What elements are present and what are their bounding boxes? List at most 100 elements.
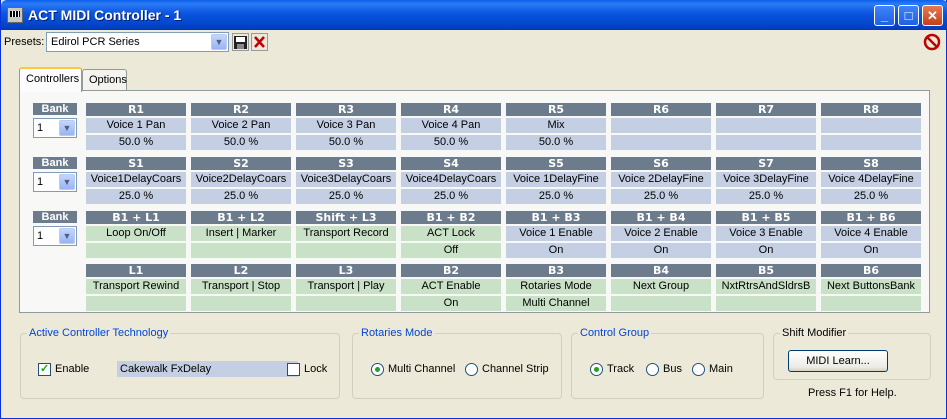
controller-name: B1 + L1 — [86, 211, 186, 224]
controller-name: B2 — [401, 264, 501, 277]
tab-controllers[interactable]: Controllers — [19, 67, 82, 92]
controller-cell[interactable]: R5 Mix 50.0 % — [506, 103, 606, 150]
controller-cell[interactable]: R4 Voice 4 Pan 50.0 % — [401, 103, 501, 150]
title-bar[interactable]: ACT MIDI Controller - 1 _ □ ✕ — [1, 0, 947, 30]
main-label: Main — [709, 363, 733, 375]
radio-multi-channel[interactable] — [371, 363, 384, 376]
controller-assignment: Loop On/Off — [86, 226, 186, 241]
controller-cell[interactable]: B1 + B3 Voice 1 Enable On — [506, 211, 606, 258]
controller-assignment: Voice3DelayCoars — [296, 172, 396, 187]
controller-cell[interactable]: R2 Voice 2 Pan 50.0 % — [191, 103, 291, 150]
controller-name: L3 — [296, 264, 396, 277]
controller-cell[interactable]: B6 Next ButtonsBank — [821, 264, 921, 311]
app-icon[interactable] — [7, 7, 23, 23]
controller-cell[interactable]: S7 Voice 3DelayFine 25.0 % — [716, 157, 816, 204]
controller-cell[interactable]: L1 Transport Rewind — [86, 264, 186, 311]
control-group-group: Control Group Track Bus Main — [571, 327, 764, 399]
controller-cell[interactable]: S3 Voice3DelayCoars 25.0 % — [296, 157, 396, 204]
bank-label: Bank — [33, 211, 77, 223]
controller-assignment: Voice4DelayCoars — [401, 172, 501, 187]
enable-checkbox[interactable] — [38, 362, 51, 376]
control-group-title: Control Group — [578, 327, 652, 339]
controller-value: 25.0 % — [191, 189, 291, 204]
radio-bus[interactable] — [646, 363, 659, 376]
controller-cell[interactable]: R1 Voice 1 Pan 50.0 % — [86, 103, 186, 150]
controller-cell[interactable]: L3 Transport | Play — [296, 264, 396, 311]
controller-cell[interactable]: R7 — [716, 103, 816, 150]
controller-name: R6 — [611, 103, 711, 116]
controller-assignment: Insert | Marker — [191, 226, 291, 241]
chevron-down-icon[interactable]: ▼ — [59, 228, 75, 244]
controller-assignment: Mix — [506, 118, 606, 133]
controller-cell[interactable]: B1 + B4 Voice 2 Enable On — [611, 211, 711, 258]
delete-preset-button[interactable] — [251, 33, 268, 51]
controller-name: B1 + B5 — [716, 211, 816, 224]
controller-assignment — [821, 118, 921, 133]
midi-learn-button[interactable]: MIDI Learn... — [788, 350, 888, 372]
controller-cell[interactable]: B3 Rotaries Mode Multi Channel — [506, 264, 606, 311]
chevron-down-icon[interactable]: ▼ — [59, 120, 75, 136]
help-text: Press F1 for Help. — [808, 387, 897, 399]
bank-value: 1 — [37, 122, 44, 134]
controller-cell[interactable]: B4 Next Group — [611, 264, 711, 311]
controller-assignment — [611, 118, 711, 133]
controller-name: S7 — [716, 157, 816, 170]
controller-value — [191, 296, 291, 311]
controller-name: B3 — [506, 264, 606, 277]
controller-name: R1 — [86, 103, 186, 116]
controller-assignment: Voice 4 Enable — [821, 226, 921, 241]
radio-track[interactable] — [590, 363, 603, 376]
bank-select[interactable]: 1 ▼ — [33, 226, 77, 246]
controller-value: 25.0 % — [506, 189, 606, 204]
controller-value — [821, 135, 921, 150]
controller-assignment: ACT Lock — [401, 226, 501, 241]
delete-icon — [254, 36, 265, 48]
controller-cell[interactable]: S2 Voice2DelayCoars 25.0 % — [191, 157, 291, 204]
controller-name: B1 + B4 — [611, 211, 711, 224]
controller-cell[interactable]: S5 Voice 1DelayFine 25.0 % — [506, 157, 606, 204]
controller-cell[interactable]: L2 Transport | Stop — [191, 264, 291, 311]
maximize-button[interactable]: □ — [898, 5, 919, 26]
controller-assignment: Voice 1 Pan — [86, 118, 186, 133]
disable-button[interactable] — [923, 33, 941, 51]
controller-name: L2 — [191, 264, 291, 277]
radio-main[interactable] — [692, 363, 705, 376]
controller-cell[interactable]: B1 + L1 Loop On/Off — [86, 211, 186, 258]
lock-checkbox[interactable] — [287, 363, 300, 376]
controller-cell[interactable]: Shift + L3 Transport Record — [296, 211, 396, 258]
chevron-down-icon[interactable]: ▼ — [59, 174, 75, 190]
controller-assignment: Voice 2 Enable — [611, 226, 711, 241]
controller-cell[interactable]: B2 ACT Enable On — [401, 264, 501, 311]
save-preset-button[interactable] — [232, 33, 249, 51]
presets-label: Presets: — [4, 36, 45, 48]
controller-name: B5 — [716, 264, 816, 277]
preset-select[interactable]: Edirol PCR Series ▼ — [46, 32, 229, 52]
stop-icon — [923, 33, 941, 51]
controller-cell[interactable]: R8 — [821, 103, 921, 150]
controller-value: 50.0 % — [296, 135, 396, 150]
controller-cell[interactable]: S4 Voice4DelayCoars 25.0 % — [401, 157, 501, 204]
bank-select[interactable]: 1 ▼ — [33, 118, 77, 138]
controller-cell[interactable]: B1 + B2 ACT Lock Off — [401, 211, 501, 258]
controller-cell[interactable]: B1 + B6 Voice 4 Enable On — [821, 211, 921, 258]
minimize-button[interactable]: _ — [874, 5, 895, 26]
chevron-down-icon[interactable]: ▼ — [211, 34, 227, 50]
controller-name: S2 — [191, 157, 291, 170]
controller-cell[interactable]: S6 Voice 2DelayFine 25.0 % — [611, 157, 711, 204]
controller-assignment: Voice 3 Pan — [296, 118, 396, 133]
controller-cell[interactable]: R3 Voice 3 Pan 50.0 % — [296, 103, 396, 150]
bank-select[interactable]: 1 ▼ — [33, 172, 77, 192]
tab-options[interactable]: Options — [82, 69, 127, 91]
controller-value: 25.0 % — [86, 189, 186, 204]
controller-cell[interactable]: R6 — [611, 103, 711, 150]
controller-cell[interactable]: S1 Voice1DelayCoars 25.0 % — [86, 157, 186, 204]
controller-cell[interactable]: S8 Voice 4DelayFine 25.0 % — [821, 157, 921, 204]
radio-channel-strip[interactable] — [465, 363, 478, 376]
controller-cell[interactable]: B5 NxtRtrsAndSldrsB — [716, 264, 816, 311]
controller-cell[interactable]: B1 + B5 Voice 3 Enable On — [716, 211, 816, 258]
controller-name: L1 — [86, 264, 186, 277]
controller-cell[interactable]: B1 + L2 Insert | Marker — [191, 211, 291, 258]
close-button[interactable]: ✕ — [922, 5, 943, 26]
controller-assignment: Transport Rewind — [86, 279, 186, 294]
controller-name: B6 — [821, 264, 921, 277]
